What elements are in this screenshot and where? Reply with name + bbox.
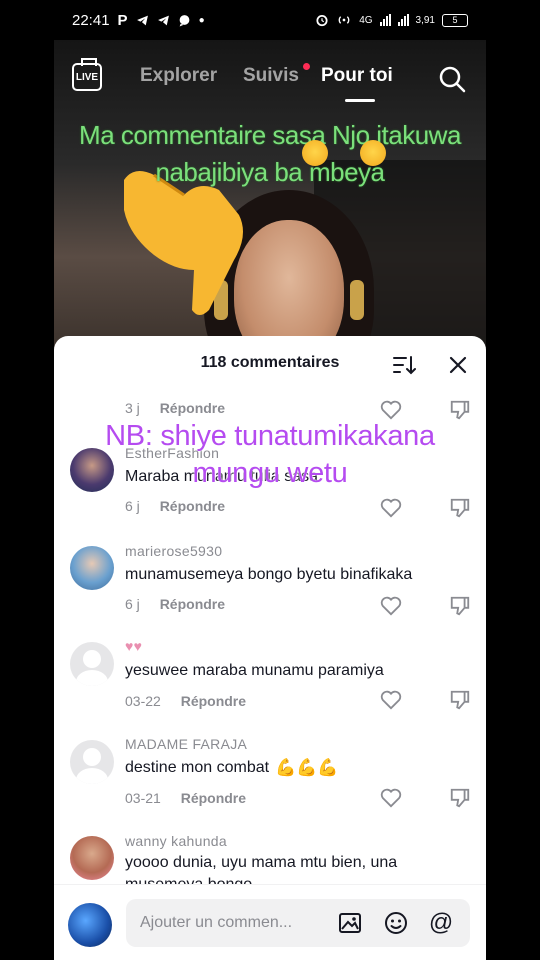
top-nav: LIVE Explorer Suivis Pour toi [54,55,486,105]
overlay-caption-purple: NB: shiye tunatumikakana mungu wetu [105,420,435,489]
comment-meta: 6 j Répondre [125,596,225,612]
heart-icon[interactable] [380,788,402,808]
speed-label: 3,91 [415,14,435,26]
comment-text: yesuwee maraba munamu paramiya [125,662,384,679]
chat-icon [179,14,189,26]
image-icon[interactable] [338,911,362,935]
comment-input[interactable] [140,899,320,947]
comment-username-emoji[interactable]: ♥♥ [125,638,142,654]
mention-icon[interactable]: @ [428,910,454,936]
reply-button[interactable]: Répondre [160,498,225,514]
status-right: 4G 3,91 5 [315,13,468,27]
status-left: 22:41 P ● [72,12,205,29]
comment-text: yoooo dunia, uyu mama mtu bien, una [125,854,398,871]
emoji-icon[interactable] [384,911,408,935]
dislike-icon[interactable] [449,787,471,809]
avatar[interactable] [70,546,114,590]
comment-meta: 03-21 Répondre [125,790,246,806]
comment-time: 03-21 [125,790,161,806]
notification-dot [303,63,310,70]
dislike-icon[interactable] [449,595,471,617]
live-icon[interactable]: LIVE [72,63,102,91]
comment-meta: 3 j Répondre [125,400,225,416]
pleading-face-emoji-icon [302,140,328,166]
reply-button[interactable]: Répondre [160,596,225,612]
telegram-icon [136,15,148,25]
comment-input-box[interactable]: @ [126,899,470,947]
comment-text: munamusemeya bongo byetu binafikaka [125,566,413,583]
signal-icon [379,14,391,26]
overlay-caption-green: Ma commentaire sasa Njo itakuwa nabajibi… [79,120,461,187]
close-icon[interactable] [448,355,468,375]
notification-dot-icon: ● [198,14,205,26]
flexed-biceps-emoji-icon: 💪💪💪 [275,758,339,777]
comment-input-bar: @ [54,884,486,960]
earring-right [350,280,364,320]
comment-username[interactable]: marierose5930 [125,543,222,559]
avatar[interactable] [70,642,114,686]
heart-icon[interactable] [380,690,402,710]
comments-header: 118 commentaires [54,336,486,392]
reply-button[interactable]: Répondre [160,400,225,416]
comment-time: 6 j [125,596,140,612]
tab-pour-toi[interactable]: Pour toi [321,65,393,87]
my-avatar[interactable] [68,903,112,947]
tab-explorer[interactable]: Explorer [140,65,217,87]
avatar[interactable] [70,740,114,784]
clock: 22:41 [72,11,110,29]
heart-icon[interactable] [380,596,402,616]
comment-text-row: destine mon combat 💪💪💪 [125,758,339,778]
reply-button[interactable]: Répondre [181,790,246,806]
comment-username[interactable]: wanny kahunda [125,833,227,849]
comment-meta: 6 j Répondre [125,498,225,514]
comment-time: 03-22 [125,693,161,709]
active-tab-indicator [345,99,375,102]
thinking-face-emoji-icon [360,140,386,166]
signal-icon [397,14,409,26]
comment-text: destine mon combat [125,759,270,776]
comment-meta: 03-22 Répondre [125,693,246,709]
comments-count-title: 118 commentaires [200,354,340,371]
tab-suivis[interactable]: Suivis [243,65,299,87]
telegram-icon [157,15,169,25]
dislike-icon[interactable] [449,497,471,519]
battery-icon: 5 [442,13,468,27]
dislike-icon[interactable] [449,689,471,711]
alarm-icon [316,15,328,27]
pink-heart-emoji-icon: ♥♥ [125,638,143,654]
comment-time: 3 j [125,400,140,416]
network-label: 4G [359,14,373,26]
heart-icon[interactable] [380,498,402,518]
search-icon[interactable] [438,65,466,93]
sort-icon[interactable] [392,354,416,376]
reply-button[interactable]: Répondre [181,693,246,709]
parking-icon: P [117,11,128,29]
status-bar: 22:41 P ● 4G 3,91 5 [0,0,540,40]
comment-username[interactable]: MADAME FARAJA [125,736,247,752]
comment-time: 6 j [125,498,140,514]
avatar[interactable] [70,836,114,880]
hotspot-icon [338,16,350,24]
heart-icon[interactable] [380,400,402,420]
battery-level: 5 [452,15,458,25]
live-label: LIVE [75,71,99,83]
